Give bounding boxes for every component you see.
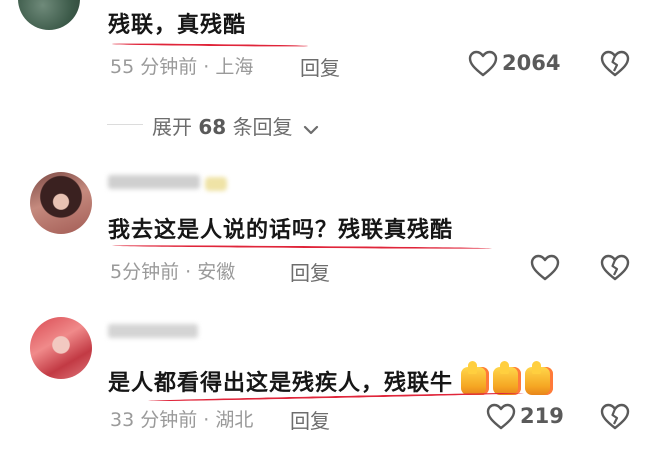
heart-outline-icon[interactable] <box>486 403 516 431</box>
comment-text: 我去这是人说的话吗？残联真残酷 <box>108 218 454 243</box>
thumbs-up-emoji-icon <box>525 361 554 395</box>
comment-text-row: 是人都看得出这是残疾人，残联牛 <box>108 361 554 397</box>
comment-text: 是人都看得出这是残疾人，残联牛 <box>108 371 454 396</box>
broken-heart-icon[interactable] <box>600 50 630 78</box>
comment-text: 残联，真残酷 <box>108 13 247 38</box>
comment-time-location: 55 分钟前 · 上海 <box>110 56 254 78</box>
comment-time-location: 33 分钟前 · 湖北 <box>110 409 254 431</box>
red-underline-annotation <box>111 244 493 250</box>
username-blurred[interactable] <box>108 175 200 189</box>
thumbs-up-emoji-icon <box>493 361 522 395</box>
heart-outline-icon[interactable] <box>468 50 498 78</box>
avatar[interactable] <box>30 317 92 379</box>
expand-divider <box>107 124 143 125</box>
reply-button[interactable]: 回复 <box>300 52 340 81</box>
avatar[interactable] <box>18 0 80 30</box>
thumbs-up-emoji-icon <box>461 361 490 395</box>
broken-heart-icon[interactable] <box>600 403 630 431</box>
user-badge-blurred <box>205 177 227 191</box>
heart-outline-icon[interactable] <box>530 254 560 282</box>
reply-button[interactable]: 回复 <box>290 405 330 434</box>
reply-count: 68 <box>198 115 227 139</box>
avatar[interactable] <box>30 172 92 234</box>
chevron-down-icon <box>299 115 319 139</box>
expand-suffix: 条回复 <box>232 115 293 139</box>
like-count: 219 <box>520 404 564 428</box>
like-count: 2064 <box>502 51 561 75</box>
expand-replies-button[interactable]: 展开 68 条回复 <box>152 111 319 140</box>
emoji-group <box>457 361 554 396</box>
reply-button[interactable]: 回复 <box>290 257 330 286</box>
broken-heart-icon[interactable] <box>600 254 630 282</box>
expand-prefix: 展开 <box>152 115 192 139</box>
comment-time-location: 5分钟前 · 安徽 <box>110 261 236 283</box>
red-underline-annotation <box>111 42 309 48</box>
username-blurred[interactable] <box>108 324 198 338</box>
